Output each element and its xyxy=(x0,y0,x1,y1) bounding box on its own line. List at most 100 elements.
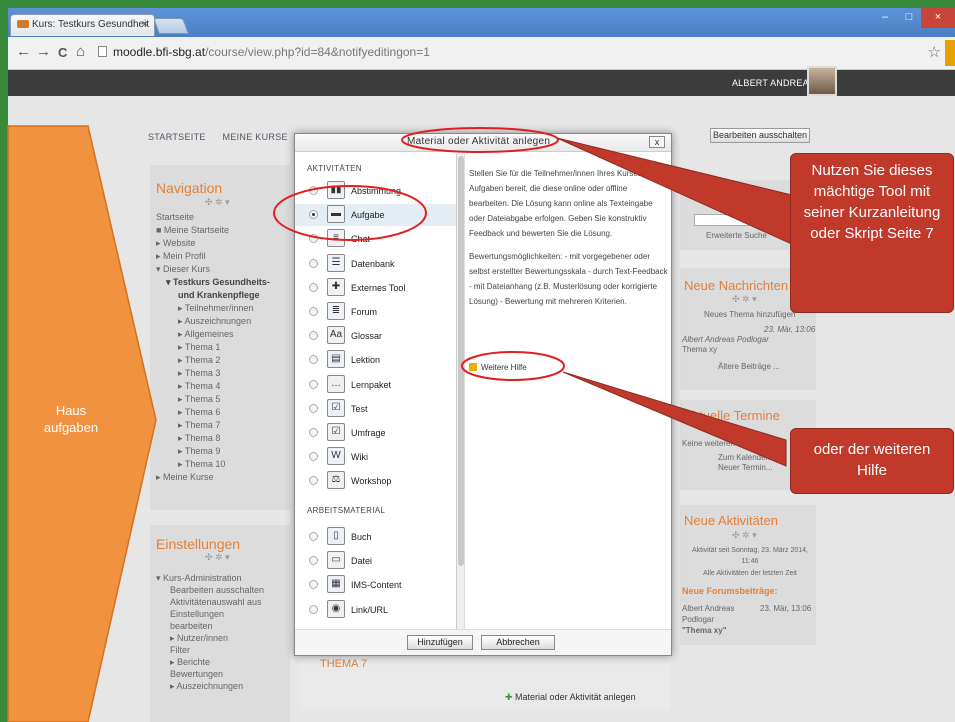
option-radio[interactable] xyxy=(309,379,318,389)
option-radio[interactable] xyxy=(309,234,318,244)
option-ims-content[interactable]: ▦ IMS-Content xyxy=(295,574,456,596)
option-datenbank[interactable]: ☰ Datenbank xyxy=(295,253,456,275)
option-test[interactable]: ☑ Test xyxy=(295,398,456,420)
options-scrollbar[interactable] xyxy=(457,154,465,629)
option-radio[interactable] xyxy=(309,403,318,413)
option-radio[interactable] xyxy=(309,355,318,365)
add-button[interactable]: Hinzufügen xyxy=(407,635,473,650)
activities-all-link[interactable]: Alle Aktivitäten der letzten Zeit xyxy=(684,568,816,579)
nav-item[interactable]: ▸ Thema 5 xyxy=(156,393,270,406)
forward-icon[interactable]: → xyxy=(36,43,51,60)
browser-tab[interactable]: Kurs: Testkurs Gesundheit × xyxy=(10,14,155,36)
settings-item[interactable]: Bewertungen xyxy=(156,668,264,680)
nav-item[interactable]: Startseite xyxy=(156,211,270,224)
nav-home-link[interactable]: STARTSEITE xyxy=(148,132,206,142)
nav-item-course[interactable]: ▾ Testkurs Gesundheits- xyxy=(156,276,270,289)
nav-item[interactable]: ▸ Thema 6 xyxy=(156,406,270,419)
search-input[interactable] xyxy=(694,214,768,226)
option-radio[interactable] xyxy=(309,331,318,341)
nav-item[interactable]: ■ Meine Startseite xyxy=(156,224,270,237)
minimize-button[interactable]: – xyxy=(873,8,897,28)
new-event-link[interactable]: Neuer Termin... xyxy=(718,462,773,473)
new-tab-button[interactable] xyxy=(153,18,189,34)
option-workshop[interactable]: ⚖ Workshop xyxy=(295,470,456,492)
option-radio[interactable] xyxy=(309,532,318,541)
settings-item[interactable]: Filter xyxy=(156,644,264,656)
option-radio[interactable] xyxy=(309,452,318,462)
tab-close-icon[interactable]: × xyxy=(142,19,148,30)
reload-icon[interactable]: C xyxy=(58,45,67,60)
news-controls[interactable]: ✣ ✲ ▾ xyxy=(732,294,757,305)
advanced-search-link[interactable]: Erweiterte Suche xyxy=(706,230,767,241)
nav-item[interactable]: ▸ Thema 8 xyxy=(156,432,270,445)
address-bar[interactable]: moodle.bfi-sbg.at/course/view.php?id=84&… xyxy=(98,43,868,63)
settings-item[interactable]: Aktivitätenauswahl aus xyxy=(156,596,264,608)
bookmark-star-icon[interactable]: ☆ xyxy=(928,43,941,61)
option-radio[interactable] xyxy=(309,604,318,614)
news-topic[interactable]: Thema xy xyxy=(682,344,717,355)
option-radio[interactable] xyxy=(309,210,318,220)
dialog-close-button[interactable]: x xyxy=(649,136,665,148)
settings-item[interactable]: Bearbeiten ausschalten xyxy=(156,584,264,596)
option-abstimmung[interactable]: ▮▮ Abstimmung xyxy=(295,180,456,202)
nav-item[interactable]: ▸ Auszeichnungen xyxy=(156,315,270,328)
avatar[interactable] xyxy=(807,66,837,96)
user-name[interactable]: ALBERT ANDREAS xyxy=(732,78,815,88)
nav-item[interactable]: ▸ Thema 9 xyxy=(156,445,270,458)
settings-item[interactable]: Einstellungen xyxy=(156,608,264,620)
settings-item[interactable]: ▸ Berichte xyxy=(156,656,264,668)
news-add-link[interactable]: Neues Thema hinzufügen xyxy=(704,309,795,320)
option-link-url[interactable]: ◉ Link/URL xyxy=(295,599,456,621)
option-buch[interactable]: ▯ Buch xyxy=(295,526,456,548)
option-aufgabe[interactable]: ▬ Aufgabe xyxy=(295,204,456,227)
add-activity-link[interactable]: ✚ Material oder Aktivität anlegen xyxy=(505,692,636,703)
edit-off-button[interactable]: Bearbeiten ausschalten xyxy=(710,128,810,143)
home-icon[interactable]: ⌂ xyxy=(76,43,85,60)
activities-topic[interactable]: "Thema xy" xyxy=(682,625,727,636)
settings-item[interactable]: ▾ Kurs-Administration xyxy=(156,572,264,584)
nav-item[interactable]: ▾ Dieser Kurs xyxy=(156,263,270,276)
option-radio[interactable] xyxy=(309,556,318,566)
option-radio[interactable] xyxy=(309,282,318,292)
navigation-controls[interactable]: ✣ ✲ ▾ xyxy=(205,197,230,208)
nav-item[interactable]: ▸ Thema 2 xyxy=(156,354,270,367)
more-help-link[interactable]: Weitere Hilfe xyxy=(469,363,527,372)
option-glossar[interactable]: Aa Glossar xyxy=(295,325,456,347)
nav-item[interactable]: ▸ Thema 1 xyxy=(156,341,270,354)
maximize-button[interactable]: □ xyxy=(897,8,921,28)
nav-item[interactable]: ▸ Thema 7 xyxy=(156,419,270,432)
option-externes-tool[interactable]: ✚ Externes Tool xyxy=(295,277,456,299)
nav-item[interactable]: ▸ Thema 10 xyxy=(156,458,270,471)
news-older-link[interactable]: Ältere Beiträge ... xyxy=(718,361,780,372)
nav-item[interactable]: ▸ Website xyxy=(156,237,270,250)
option-forum[interactable]: ≣ Forum xyxy=(295,301,456,323)
browser-menu-button[interactable] xyxy=(945,40,955,66)
nav-item[interactable]: ▸ Thema 3 xyxy=(156,367,270,380)
nav-item[interactable]: ▸ Mein Profil xyxy=(156,250,270,263)
nav-item[interactable]: ▸ Meine Kurse xyxy=(156,471,270,484)
option-radio[interactable] xyxy=(309,258,318,268)
option-wiki[interactable]: W Wiki xyxy=(295,446,456,468)
option-radio[interactable] xyxy=(309,428,318,437)
option-chat[interactable]: ≡ Chat xyxy=(295,228,456,250)
settings-controls[interactable]: ✣ ✲ ▾ xyxy=(205,552,230,563)
close-window-button[interactable]: × xyxy=(921,8,955,28)
nav-item[interactable]: ▸ Teilnehmer/innen xyxy=(156,302,270,315)
option-umfrage[interactable]: ☑ Umfrage xyxy=(295,422,456,444)
activities-controls[interactable]: ✣ ✲ ▾ xyxy=(732,530,757,541)
option-lernpaket[interactable]: … Lernpaket xyxy=(295,374,456,396)
option-radio[interactable] xyxy=(309,307,318,316)
option-radio[interactable] xyxy=(309,186,318,195)
nav-my-courses-link[interactable]: MEINE KURSE xyxy=(223,132,288,142)
cancel-button[interactable]: Abbrechen xyxy=(481,635,555,650)
option-lektion[interactable]: ▤ Lektion xyxy=(295,349,456,371)
nav-item[interactable]: ▸ Thema 4 xyxy=(156,380,270,393)
settings-item[interactable]: ▸ Auszeichnungen xyxy=(156,680,264,692)
scroll-thumb[interactable] xyxy=(458,156,464,566)
option-radio[interactable] xyxy=(309,580,318,590)
option-radio[interactable] xyxy=(309,476,318,486)
nav-item[interactable]: ▸ Allgemeines xyxy=(156,328,270,341)
back-icon[interactable]: ← xyxy=(16,43,31,60)
settings-item[interactable]: ▸ Nutzer/innen xyxy=(156,632,264,644)
option-datei[interactable]: ▭ Datei xyxy=(295,550,456,572)
